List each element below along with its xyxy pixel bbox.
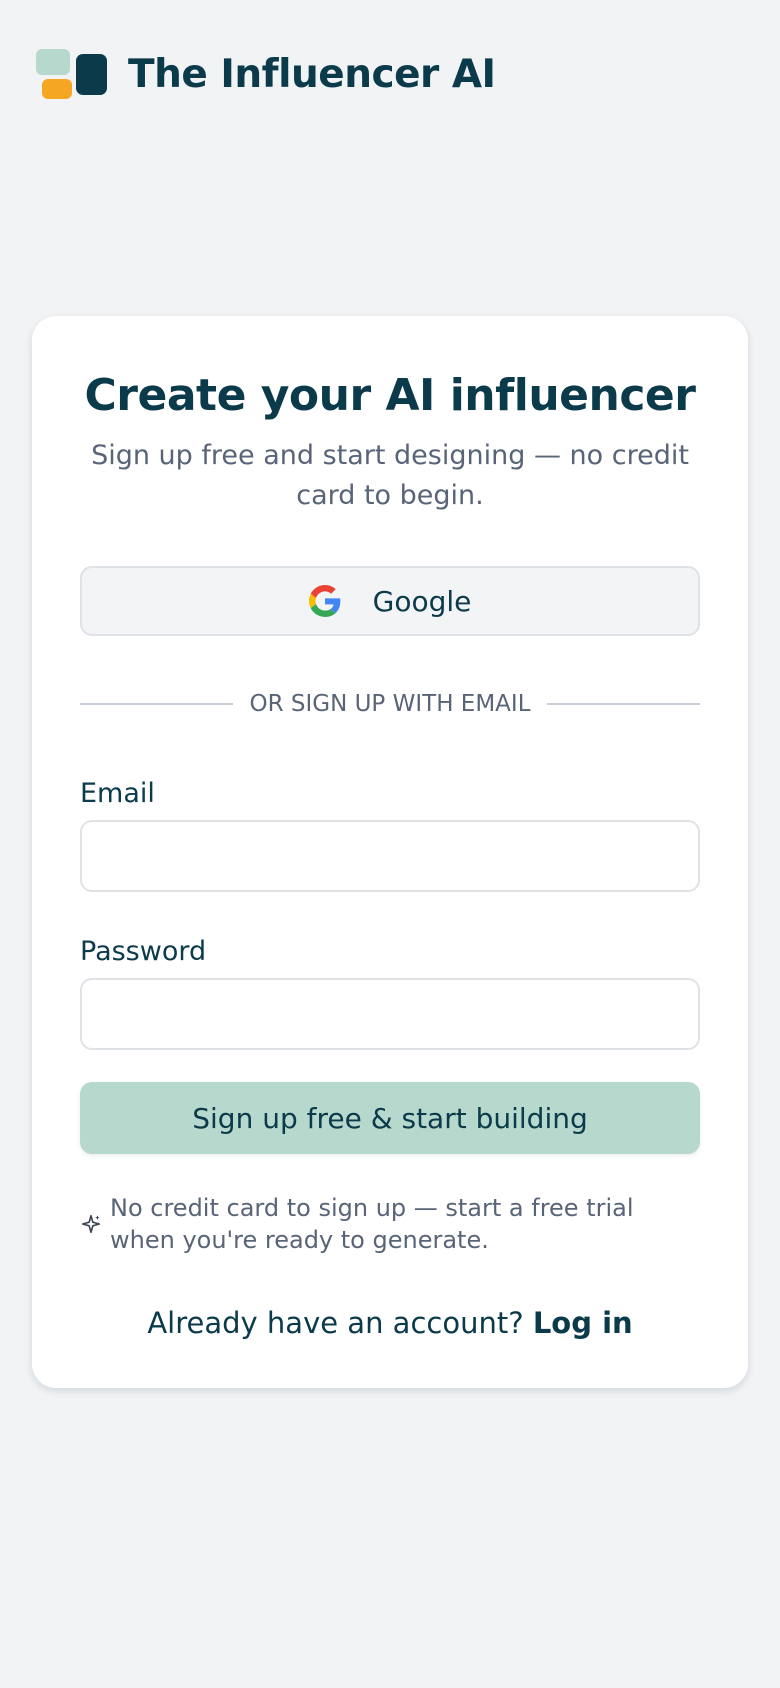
signup-submit-button[interactable]: Sign up free & start building bbox=[80, 1082, 700, 1154]
sparkle-icon bbox=[81, 1214, 101, 1234]
no-credit-card-note: No credit card to sign up — start a free… bbox=[80, 1192, 700, 1256]
divider-text: OR SIGN UP WITH EMAIL bbox=[249, 691, 531, 717]
logo-block-orange bbox=[42, 79, 72, 99]
google-signup-button[interactable]: Google bbox=[80, 566, 700, 636]
page-subtitle: Sign up free and start designing — no cr… bbox=[91, 440, 689, 511]
password-label: Password bbox=[80, 936, 207, 967]
login-prompt-text: Already have an account? bbox=[147, 1306, 524, 1340]
page-title: Create your AI influencer bbox=[84, 370, 696, 421]
or-divider: OR SIGN UP WITH EMAIL bbox=[80, 684, 700, 724]
divider-line-left bbox=[80, 703, 234, 705]
login-prompt-row: Already have an account? Log in bbox=[80, 1306, 700, 1340]
brand-logo bbox=[36, 46, 108, 102]
signup-card: Create your AI influencer Sign up free a… bbox=[32, 316, 748, 1388]
note-text: No credit card to sign up — start a free… bbox=[110, 1194, 634, 1254]
google-button-label: Google bbox=[372, 584, 472, 618]
brand-header: The Influencer AI bbox=[36, 46, 496, 102]
logo-block-navy bbox=[76, 54, 107, 95]
email-input[interactable] bbox=[80, 820, 700, 892]
logo-block-mint bbox=[36, 49, 70, 75]
google-g-icon bbox=[308, 585, 340, 617]
login-link[interactable]: Log in bbox=[533, 1306, 633, 1340]
divider-line-right bbox=[546, 703, 700, 705]
email-label: Email bbox=[80, 778, 155, 809]
password-input[interactable] bbox=[80, 978, 700, 1050]
brand-name: The Influencer AI bbox=[128, 51, 496, 97]
